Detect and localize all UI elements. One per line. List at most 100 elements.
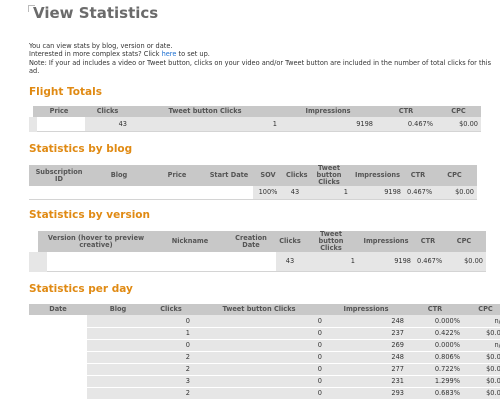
page-title: View Statistics bbox=[33, 4, 159, 22]
cell-clicks: 43 bbox=[276, 252, 304, 272]
cell-clicks: 43 bbox=[283, 186, 307, 200]
cell-tweet-clicks: 0 bbox=[193, 327, 325, 340]
cell-date bbox=[29, 315, 87, 328]
cell-clicks: 2 bbox=[149, 351, 193, 364]
col-ctr: CTR bbox=[404, 165, 432, 186]
cell-subscription-id bbox=[29, 186, 89, 200]
cell-ctr: 0.000% bbox=[407, 339, 463, 352]
cell-clicks: 43 bbox=[85, 117, 130, 132]
setup-here-link[interactable]: here bbox=[162, 50, 177, 58]
cell-impressions: 231 bbox=[325, 375, 407, 388]
cell-clicks: 3 bbox=[149, 375, 193, 388]
cell-sov: 100% bbox=[253, 186, 283, 200]
col-clicks: Clicks bbox=[85, 106, 130, 117]
cell-clicks: 2 bbox=[149, 387, 193, 400]
col-price: Price bbox=[33, 106, 85, 117]
cell-impressions: 293 bbox=[325, 387, 407, 400]
col-ctr: CTR bbox=[414, 231, 442, 252]
intro-note: Note: If your ad includes a video or Twe… bbox=[29, 58, 492, 75]
cell-blog bbox=[87, 363, 149, 376]
intro-line-2-pre: Interested in more complex stats? Click bbox=[29, 50, 162, 59]
cell-cpc: $0.00 bbox=[463, 387, 500, 400]
cell-cpc: $0.00 bbox=[442, 252, 486, 272]
table-row: 1 0 237 0.422% $0.00 bbox=[29, 327, 500, 340]
cell-ctr: 0.806% bbox=[407, 351, 463, 364]
col-cpc: CPC bbox=[442, 231, 486, 252]
cell-ctr: 1.299% bbox=[407, 375, 463, 388]
table-row: 3 0 231 1.299% $0.00 bbox=[29, 375, 500, 388]
cell-ctr: 0.467% bbox=[414, 252, 442, 272]
cell-cpc: $0.00 bbox=[432, 186, 477, 200]
col-subscription-id: Subscription ID bbox=[29, 165, 89, 186]
flight-totals-table: Price Clicks Tweet button Clicks Impress… bbox=[29, 106, 481, 132]
cell-date bbox=[29, 387, 87, 400]
cell-cpc: $0.00 bbox=[463, 351, 500, 364]
table-row: 0 0 248 0.000% n/a bbox=[29, 315, 500, 328]
cell-clicks: 0 bbox=[149, 315, 193, 328]
cell-price bbox=[149, 186, 205, 200]
col-impressions: Impressions bbox=[351, 165, 404, 186]
cell-impressions: 269 bbox=[325, 339, 407, 352]
cell-cpc: $0.00 bbox=[436, 117, 481, 132]
intro-text: You can view stats by blog, version or d… bbox=[29, 42, 499, 75]
cell-cpc: $0.00 bbox=[463, 327, 500, 340]
by-version-heading: Statistics by version bbox=[29, 209, 150, 221]
cell-tweet-clicks: 0 bbox=[193, 339, 325, 352]
table-row: 2 0 277 0.722% $0.00 bbox=[29, 363, 500, 376]
col-impressions: Impressions bbox=[280, 106, 376, 117]
cell-ctr: 0.683% bbox=[407, 387, 463, 400]
cell-cpc: $0.00 bbox=[463, 363, 500, 376]
col-blog: Blog bbox=[87, 304, 149, 315]
cell-version bbox=[29, 252, 154, 272]
col-blog: Blog bbox=[89, 165, 149, 186]
col-clicks: Clicks bbox=[276, 231, 304, 252]
cell-date bbox=[29, 375, 87, 388]
by-blog-heading: Statistics by blog bbox=[29, 143, 133, 155]
col-nickname: Nickname bbox=[154, 231, 226, 252]
col-tweet-clicks: Tweet button Clicks bbox=[130, 106, 280, 117]
col-cpc: CPC bbox=[436, 106, 481, 117]
col-creation-date: Creation Date bbox=[226, 231, 276, 252]
cell-date bbox=[29, 327, 87, 340]
col-start-date: Start Date bbox=[205, 165, 253, 186]
by-blog-table: Subscription ID Blog Price Start Date SO… bbox=[29, 165, 477, 200]
flight-totals-heading: Flight Totals bbox=[29, 86, 102, 98]
cell-impressions: 237 bbox=[325, 327, 407, 340]
cell-blog bbox=[87, 351, 149, 364]
table-row: 100% 43 1 9198 0.467% $0.00 bbox=[29, 186, 477, 200]
cell-blog bbox=[87, 339, 149, 352]
col-sov: SOV bbox=[253, 165, 283, 186]
table-row: 0 0 269 0.000% n/a bbox=[29, 339, 500, 352]
by-version-table: Version (hover to preview creative) Nick… bbox=[29, 231, 486, 272]
cell-ctr: 0.467% bbox=[404, 186, 432, 200]
cell-cpc: n/a bbox=[463, 315, 500, 328]
table-row: 43 1 9198 0.467% $0.00 bbox=[29, 252, 486, 272]
col-price: Price bbox=[149, 165, 205, 186]
cell-clicks: 2 bbox=[149, 363, 193, 376]
cell-date bbox=[29, 339, 87, 352]
col-cpc: CPC bbox=[432, 165, 477, 186]
col-clicks: Clicks bbox=[149, 304, 193, 315]
cell-tweet-clicks: 0 bbox=[193, 363, 325, 376]
col-date: Date bbox=[29, 304, 87, 315]
col-clicks: Clicks bbox=[283, 165, 308, 186]
col-ctr: CTR bbox=[407, 304, 463, 315]
cell-ctr: 0.422% bbox=[407, 327, 463, 340]
cell-cpc: $0.00 bbox=[463, 375, 500, 388]
cell-impressions: 248 bbox=[325, 315, 407, 328]
cell-tweet-clicks: 0 bbox=[193, 387, 325, 400]
col-impressions: Impressions bbox=[325, 304, 407, 315]
cell-impressions: 277 bbox=[325, 363, 407, 376]
col-ctr: CTR bbox=[376, 106, 436, 117]
col-tweet-clicks: Tweet button Clicks bbox=[307, 165, 351, 186]
cell-ctr: 0.722% bbox=[407, 363, 463, 376]
cell-tweet-clicks: 0 bbox=[193, 375, 325, 388]
cell-price bbox=[29, 117, 85, 132]
cell-blog bbox=[89, 186, 149, 200]
table-row: 2 0 248 0.806% $0.00 bbox=[29, 351, 500, 364]
table-row: 2 0 293 0.683% $0.00 bbox=[29, 387, 500, 400]
cell-impressions: 9198 bbox=[358, 252, 414, 272]
cell-blog bbox=[87, 315, 149, 328]
col-cpc: CPC bbox=[463, 304, 500, 315]
cell-clicks: 0 bbox=[149, 339, 193, 352]
